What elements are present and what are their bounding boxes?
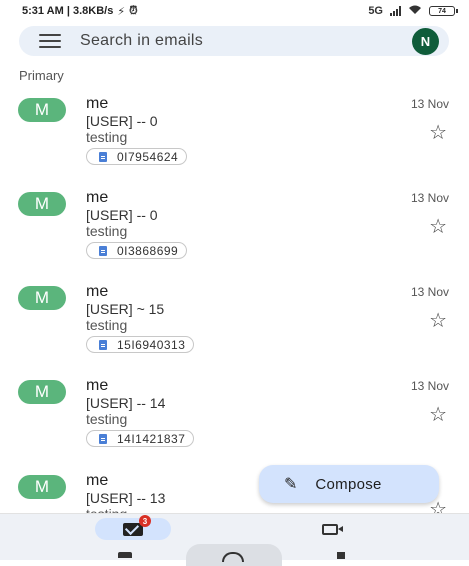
- status-right: 5G 74: [368, 5, 458, 18]
- email-snippet: testing: [86, 223, 128, 239]
- email-subject: [USER] ~ 15: [86, 301, 165, 317]
- email-item-4[interactable]: M me 13 Nov [USER] -- 14 testing ☆ 14I14…: [0, 377, 469, 470]
- email-item-3[interactable]: M me 13 Nov [USER] ~ 15 testing ☆ 15I694…: [0, 283, 469, 376]
- sender-avatar[interactable]: M: [18, 192, 66, 216]
- video-icon[interactable]: [322, 524, 343, 535]
- menu-icon[interactable]: [39, 34, 61, 48]
- star-icon[interactable]: ☆: [429, 123, 447, 143]
- sender-avatar[interactable]: M: [18, 475, 66, 499]
- attachment-chip[interactable]: 0I7954624: [86, 148, 188, 165]
- search-bar[interactable]: Search in emails N: [19, 26, 449, 56]
- status-left: 5:31 AM | 3.8KB/s ⚡︎ ⏰︎: [22, 5, 138, 18]
- battery-icon: 74: [429, 6, 458, 16]
- document-icon: [99, 151, 107, 162]
- attachment-name: 0I7954624: [117, 149, 179, 164]
- document-icon: [99, 339, 107, 350]
- email-sender: me: [86, 95, 109, 112]
- star-icon[interactable]: ☆: [429, 500, 447, 513]
- email-date: 13 Nov: [410, 97, 449, 111]
- email-sender: me: [86, 475, 109, 489]
- section-label: Primary: [19, 68, 64, 83]
- email-snippet: testing: [86, 129, 128, 145]
- attachment-chip[interactable]: 15I6940313: [86, 336, 195, 353]
- email-sender: me: [86, 283, 109, 300]
- network-type: 5G: [368, 5, 383, 17]
- email-subject: [USER] -- 0: [86, 113, 158, 129]
- email-sender: me: [86, 189, 109, 206]
- star-icon[interactable]: ☆: [429, 217, 447, 237]
- email-subject: [USER] -- 13: [86, 490, 166, 506]
- nav-mail-tab[interactable]: 3: [95, 515, 171, 540]
- star-icon[interactable]: ☆: [429, 405, 447, 425]
- wifi-icon: [408, 5, 422, 18]
- document-icon: [99, 245, 107, 256]
- system-nav: [0, 540, 469, 566]
- signal-icon: [390, 6, 401, 16]
- email-snippet: testing: [86, 506, 127, 513]
- attachment-chip[interactable]: 0I3868699: [86, 242, 188, 259]
- status-time: 5:31 AM | 3.8KB/s: [22, 5, 114, 17]
- compose-label: Compose: [315, 475, 382, 493]
- sender-avatar[interactable]: M: [18, 380, 66, 404]
- star-icon[interactable]: ☆: [429, 311, 447, 331]
- email-item-1[interactable]: M me 13 Nov [USER] -- 0 testing ☆ 0I7954…: [0, 95, 469, 188]
- unread-badge: 3: [139, 515, 151, 527]
- email-snippet: testing: [86, 317, 128, 333]
- attachment-name: 0I3868699: [117, 243, 179, 258]
- attachment-name: 15I6940313: [117, 337, 186, 352]
- document-icon: [99, 433, 107, 444]
- vibrate-icon: ⚡︎: [117, 5, 126, 18]
- pencil-icon: ✎: [284, 476, 298, 493]
- system-back-icon[interactable]: [337, 552, 345, 559]
- attachment-name: 14I1421837: [117, 431, 186, 446]
- email-item-2[interactable]: M me 13 Nov [USER] -- 0 testing ☆ 0I3868…: [0, 189, 469, 282]
- sender-avatar[interactable]: M: [18, 286, 66, 310]
- email-date: 13 Nov: [410, 285, 449, 299]
- account-avatar[interactable]: N: [412, 27, 439, 55]
- search-input[interactable]: Search in emails: [80, 32, 412, 50]
- alarm-icon: ⏰︎: [129, 4, 138, 17]
- compose-button[interactable]: ✎ Compose: [259, 465, 439, 503]
- email-sender: me: [86, 377, 109, 394]
- sender-avatar[interactable]: M: [18, 98, 66, 122]
- email-snippet: testing: [86, 411, 128, 427]
- email-subject: [USER] -- 14: [86, 395, 166, 411]
- email-subject: [USER] -- 0: [86, 207, 158, 223]
- email-date: 13 Nov: [410, 379, 449, 393]
- status-bar: 5:31 AM | 3.8KB/s ⚡︎ ⏰︎ 5G 74: [0, 0, 469, 22]
- email-date: 13 Nov: [410, 191, 449, 205]
- attachment-chip[interactable]: 14I1421837: [86, 430, 195, 447]
- system-menu-icon[interactable]: [118, 552, 132, 558]
